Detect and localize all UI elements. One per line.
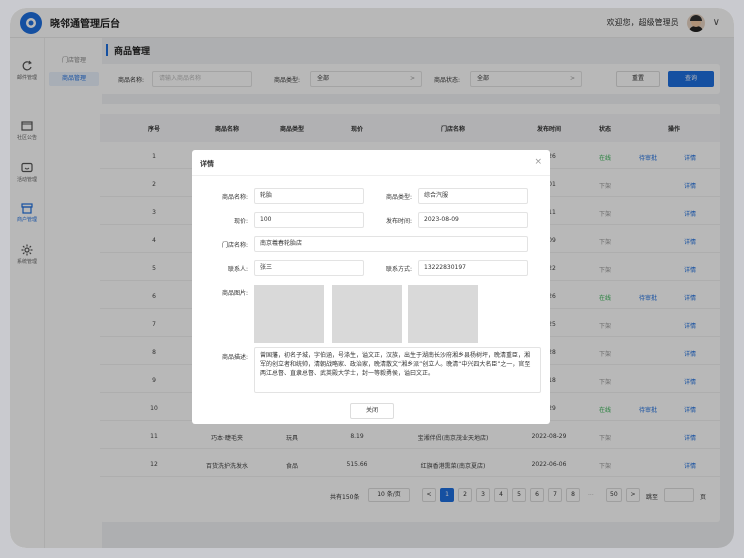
product-image-1[interactable] [254, 285, 324, 343]
modal-type-label: 商品类型: [385, 194, 412, 201]
modal-price-label: 现价: [233, 218, 248, 225]
modal-phone-field: 13222830197 [418, 260, 528, 276]
modal-store-label: 门店名称: [221, 242, 248, 249]
modal-contact-field: 张三 [254, 260, 364, 276]
modal-desc-label: 商品描述: [221, 354, 248, 361]
detail-modal: 详情 × 商品名称: 轮胎 商品类型: 综合汽服 现价: 100 发布时间: 2… [192, 150, 550, 424]
modal-name-field: 轮胎 [254, 188, 364, 204]
close-button[interactable]: 关闭 [350, 403, 394, 419]
modal-store-field: 南京羲春轮胎店 [254, 236, 528, 252]
modal-price-field: 100 [254, 212, 364, 228]
modal-image-label: 商品图片: [221, 290, 248, 297]
modal-title: 详情 [200, 160, 214, 168]
modal-desc-field: 曾国藩，初名子城，字伯涵，号涤生，谥文正，汉族，出生于湖南长沙府湘乡县杨树坪，晚… [254, 347, 541, 393]
modal-name-label: 商品名称: [221, 194, 248, 201]
close-icon[interactable]: × [534, 157, 542, 167]
modal-type-field: 综合汽服 [418, 188, 528, 204]
modal-phone-label: 联系方式: [385, 266, 412, 273]
modal-date-field: 2023-08-09 [418, 212, 528, 228]
product-image-2[interactable] [332, 285, 402, 343]
modal-date-label: 发布时间: [385, 218, 412, 225]
modal-contact-label: 联系人: [227, 266, 248, 273]
modal-header: 详情 × [192, 150, 550, 176]
product-image-3[interactable] [408, 285, 478, 343]
